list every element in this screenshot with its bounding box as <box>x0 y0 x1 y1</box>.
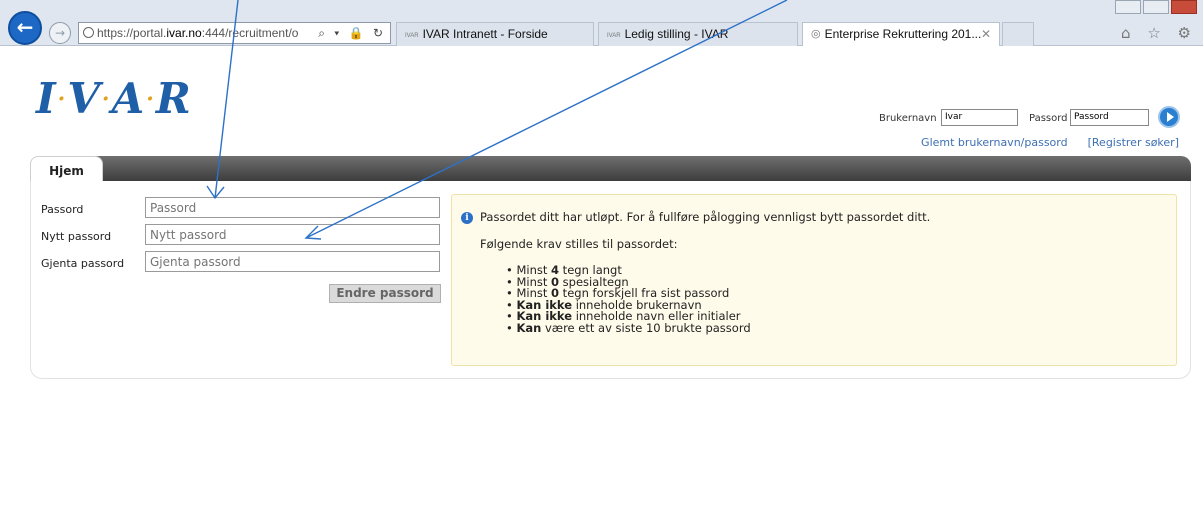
main-nav-bar <box>30 156 1191 181</box>
requirements-list: Minst 4 tegn langt Minst 0 spesialtegn M… <box>506 264 750 335</box>
logo-letter: R <box>155 74 192 123</box>
list-item: Kan være ett av siste 10 brukte passord <box>506 322 750 335</box>
password-field[interactable] <box>145 197 440 218</box>
logo-letter: A <box>111 74 146 123</box>
login-username-input[interactable]: Ivar <box>941 109 1018 126</box>
tab-label: Ledig stilling - IVAR <box>624 27 729 41</box>
change-password-button[interactable]: Endre passord <box>329 284 441 303</box>
logo-letter: I <box>36 74 57 123</box>
forgot-password-link[interactable]: Glemt brukernavn/passord <box>921 136 1068 149</box>
back-arrow-icon[interactable]: ← <box>8 11 42 45</box>
url-host: ivar.no <box>166 26 202 40</box>
browser-chrome: ← → https://portal.ivar.no:444/recruitme… <box>0 0 1203 46</box>
site-favicon-icon <box>83 27 94 38</box>
logo-dot: · <box>146 86 155 112</box>
logo-letter: V <box>67 74 101 123</box>
address-tools-icon[interactable]: ⌕ ▾ 🔒 ↻ <box>315 23 386 43</box>
url-prefix: https://portal. <box>97 26 167 40</box>
info-icon: i <box>461 212 473 224</box>
password-label: Passord <box>41 203 84 216</box>
window-controls <box>1113 0 1203 14</box>
maximize-button[interactable] <box>1143 0 1169 14</box>
register-applicant-link[interactable]: [Registrer søker] <box>1088 136 1179 149</box>
minimize-button[interactable] <box>1115 0 1141 14</box>
requirements-heading: Følgende krav stilles til passordet: <box>480 237 678 251</box>
forward-arrow-icon[interactable]: → <box>49 22 71 44</box>
login-password-label: Passord <box>1029 113 1068 124</box>
tab-label: Enterprise Rekruttering 201... <box>824 27 982 41</box>
url-suffix: :444/recruitment/o <box>201 26 299 40</box>
page-favicon-icon: ◎ <box>811 28 821 40</box>
repeat-password-label: Gjenta passord <box>41 257 125 270</box>
new-password-field[interactable] <box>145 224 440 245</box>
logo-dot: · <box>57 86 67 112</box>
close-tab-icon[interactable]: ✕ <box>981 23 991 45</box>
browser-tab-enterprise[interactable]: ◎ Enterprise Rekruttering 201... ✕ <box>802 22 1000 46</box>
ivar-favicon-icon: IVAR <box>405 33 419 39</box>
ivar-favicon-icon: IVAR <box>607 33 621 39</box>
tab-label: IVAR Intranett - Forside <box>422 27 548 41</box>
info-message: Passordet ditt har utløpt. For å fullfør… <box>480 210 931 224</box>
browser-tab-intranett[interactable]: IVAR IVAR Intranett - Forside <box>396 22 594 46</box>
new-password-label: Nytt passord <box>41 230 112 243</box>
repeat-password-field[interactable] <box>145 251 440 272</box>
password-expired-info-box: i Passordet ditt har utløpt. For å fullf… <box>451 194 1177 366</box>
close-window-button[interactable] <box>1171 0 1197 14</box>
login-links: Glemt brukernavn/passord [Registrer søker… <box>901 136 1179 149</box>
new-tab-button[interactable] <box>1002 22 1034 46</box>
tab-hjem[interactable]: Hjem <box>30 156 103 183</box>
address-bar[interactable]: https://portal.ivar.no:444/recruitment/o… <box>78 22 391 44</box>
home-favorites-settings-icons[interactable]: ⌂ ☆ ⚙ <box>1121 24 1197 42</box>
browser-tab-ledig-stilling[interactable]: IVAR Ledig stilling - IVAR <box>598 22 798 46</box>
login-username-label: Brukernavn <box>879 113 937 124</box>
logo-dot: · <box>101 86 111 112</box>
ivar-logo: I·V·A·R <box>36 74 192 123</box>
login-password-input[interactable]: Passord <box>1070 109 1149 126</box>
login-submit-icon[interactable] <box>1158 106 1180 128</box>
